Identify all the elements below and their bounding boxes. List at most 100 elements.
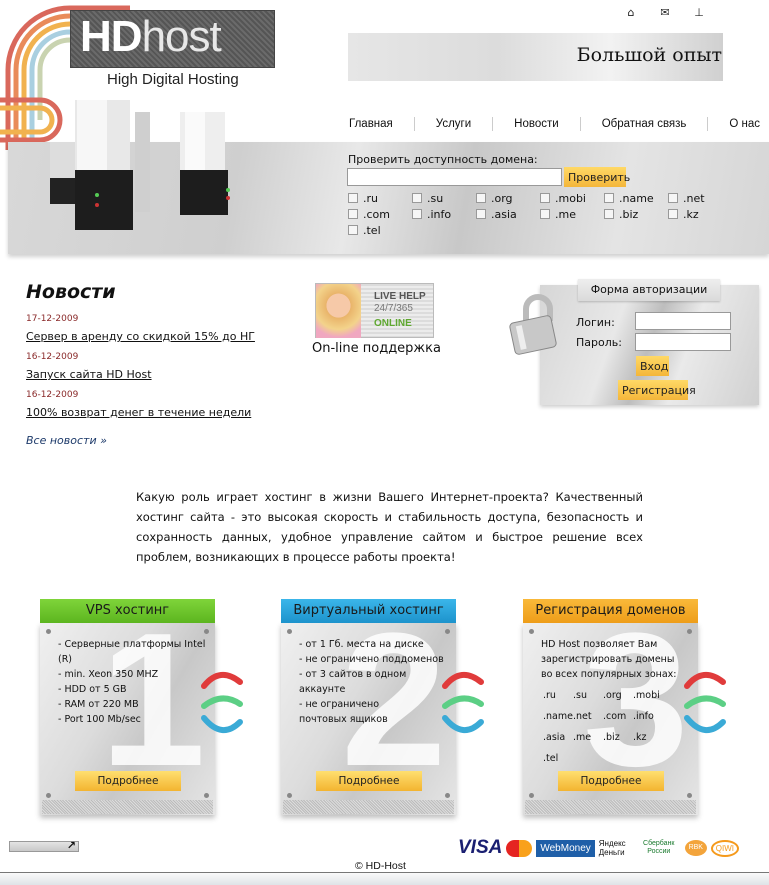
- feature-item: - Port 100 Mb/sec: [58, 714, 141, 725]
- payment-webmoney[interactable]: WebMoney: [536, 839, 595, 857]
- news-list: 17-12-2009 Сервер в аренду со скидкой 15…: [26, 313, 286, 427]
- tld-option[interactable]: .com: [348, 208, 412, 221]
- sitemap-icon[interactable]: ⊥: [692, 6, 706, 19]
- login-button[interactable]: Вход: [636, 356, 669, 376]
- tld-label: .biz: [619, 207, 639, 221]
- tld-option[interactable]: .kz: [668, 207, 732, 221]
- payment-visa[interactable]: VISA: [458, 837, 502, 859]
- news-link[interactable]: 100% возврат денег в течение недели: [26, 404, 251, 422]
- checkbox[interactable]: [604, 193, 614, 203]
- card-title: VPS хостинг: [40, 599, 215, 623]
- payment-yandex-money[interactable]: Яндекс Деньги: [599, 839, 633, 857]
- tld-item: .asia: [543, 732, 566, 743]
- feature-item: - Серверные платформы Intel (R): [58, 639, 206, 665]
- nav-home[interactable]: Главная: [340, 117, 415, 131]
- tld-item: .me: [573, 732, 592, 743]
- card-virtual-hosting: 2 Виртуальный хостинг - от 1 Гб. места н…: [281, 599, 456, 815]
- news-link[interactable]: Сервер в аренду со скидкой 15% до НГ: [26, 328, 255, 346]
- screw: [204, 629, 209, 634]
- tld-option[interactable]: .mobi: [540, 191, 604, 205]
- servers-image: [50, 100, 230, 230]
- live-help-banner[interactable]: LIVE HELP 24/7/365 ONLINE: [315, 283, 434, 338]
- counter-widget[interactable]: ↗: [9, 839, 79, 852]
- payment-rbk[interactable]: RBK Money: [684, 840, 707, 856]
- register-button[interactable]: Регистрация: [618, 380, 696, 400]
- tld-label: .org: [491, 191, 513, 205]
- checkbox[interactable]: [668, 209, 678, 219]
- tld-item: .biz: [603, 732, 620, 743]
- nav-feedback[interactable]: Обратная связь: [581, 117, 709, 131]
- password-label: Пароль:: [576, 336, 622, 349]
- feature-item: - от 1 Гб. места на диске: [299, 639, 424, 650]
- card-more-button[interactable]: Подробнее: [558, 771, 664, 791]
- screw: [46, 793, 51, 798]
- checkbox[interactable]: [476, 193, 486, 203]
- logo[interactable]: HDhost: [80, 12, 222, 62]
- checkbox[interactable]: [668, 193, 678, 203]
- tld-option[interactable]: .name: [604, 192, 668, 205]
- screw: [287, 793, 292, 798]
- news-date: 17-12-2009: [26, 314, 79, 324]
- checkbox[interactable]: [540, 209, 550, 219]
- home-icon[interactable]: ⌂: [624, 6, 638, 19]
- check-domain-button[interactable]: Проверить: [564, 167, 630, 187]
- screw: [287, 629, 292, 634]
- feature-item: - не ограничено поддоменов: [299, 654, 444, 665]
- payment-sberbank[interactable]: Сбербанк России: [637, 840, 681, 856]
- tld-option[interactable]: .tel: [348, 224, 412, 237]
- tld-option[interactable]: .org: [476, 191, 540, 205]
- checkbox[interactable]: [348, 209, 358, 219]
- tld-label: .kz: [683, 207, 699, 221]
- card-footer-strip: [283, 800, 454, 814]
- checkbox[interactable]: [604, 209, 614, 219]
- main-nav: Главная Услуги Новости Обратная связь О …: [340, 117, 760, 131]
- tld-option[interactable]: .info: [412, 208, 476, 221]
- tld-option[interactable]: .biz: [604, 207, 668, 221]
- payment-qiwi[interactable]: QIWI: [710, 839, 739, 857]
- tld-label: .su: [427, 191, 444, 205]
- nav-news[interactable]: Новости: [493, 117, 581, 131]
- screw: [204, 793, 209, 798]
- tld-option[interactable]: .su: [412, 191, 476, 205]
- card-more-button[interactable]: Подробнее: [75, 771, 181, 791]
- nav-services[interactable]: Услуги: [415, 117, 494, 131]
- support-avatar: [316, 284, 361, 338]
- card-vps: 1 VPS хостинг - Серверные платформы Inte…: [40, 599, 215, 815]
- tld-label: .mobi: [555, 191, 586, 205]
- checkbox[interactable]: [412, 193, 422, 203]
- checkbox[interactable]: [476, 209, 486, 219]
- tld-option[interactable]: .ru: [348, 192, 412, 205]
- bottom-bar: [0, 872, 769, 885]
- nav-about[interactable]: О нас: [708, 117, 760, 131]
- screw: [46, 629, 51, 634]
- domain-input[interactable]: [347, 168, 562, 186]
- card-title: Виртуальный хостинг: [281, 599, 456, 623]
- binder-rings-icon: [201, 672, 243, 733]
- card-features: HD Host позволяет Вам зарегистрировать д…: [541, 637, 681, 766]
- arrow-icon: ↗: [66, 839, 76, 852]
- lock-icon: [509, 294, 557, 355]
- checkbox[interactable]: [412, 209, 422, 219]
- card-features: - от 1 Гб. места на диске - не ограничен…: [299, 637, 459, 727]
- password-input[interactable]: [635, 333, 731, 351]
- news-link[interactable]: Запуск сайта HD Host: [26, 366, 152, 384]
- tld-option[interactable]: .asia: [476, 208, 540, 221]
- checkbox[interactable]: [348, 225, 358, 235]
- checkbox[interactable]: [348, 193, 358, 203]
- card-more-button[interactable]: Подробнее: [316, 771, 422, 791]
- login-input[interactable]: [635, 312, 731, 330]
- logo-secondary: host: [141, 12, 222, 61]
- tld-option[interactable]: .net: [668, 192, 732, 205]
- all-news-link[interactable]: Все новости »: [26, 434, 107, 447]
- payment-methods: VISA MasterCard WebMoney Яндекс Деньги С…: [458, 837, 739, 859]
- checkbox[interactable]: [540, 193, 550, 203]
- tld-option[interactable]: .me: [540, 208, 604, 221]
- payment-mastercard[interactable]: MasterCard: [506, 839, 533, 857]
- card-title: Регистрация доменов: [523, 599, 698, 623]
- mail-icon[interactable]: ✉: [658, 6, 672, 19]
- tld-checkboxes: .ru .su .org .mobi .name .net .com .info…: [348, 191, 718, 237]
- domain-check-label: Проверить доступность домена:: [348, 153, 538, 166]
- top-icons: ⌂ ✉ ⊥: [624, 6, 706, 19]
- card-tld-grid: .ru .su .org .mobi .name .net .com .info…: [543, 688, 681, 766]
- card-domain-registration: 3 Регистрация доменов HD Host позволяет …: [523, 599, 698, 815]
